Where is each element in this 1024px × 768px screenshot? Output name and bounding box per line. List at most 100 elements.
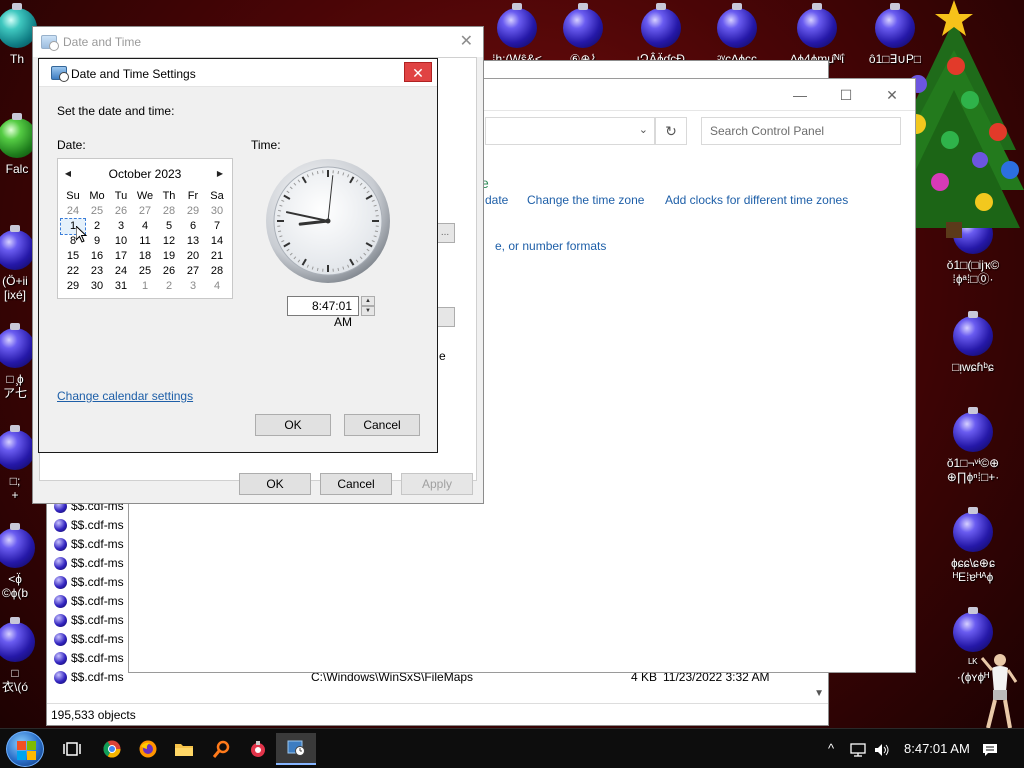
start-button[interactable] — [6, 731, 44, 767]
calendar-day[interactable]: 1 — [133, 279, 157, 294]
calendar-day[interactable]: 13 — [181, 234, 205, 249]
calendar-day[interactable]: 7 — [205, 219, 229, 234]
calendar-day[interactable]: 29 — [61, 279, 85, 294]
ornament-icon — [0, 617, 35, 662]
search-input[interactable]: Search Control Panel — [701, 117, 901, 145]
calendar-day[interactable]: 19 — [157, 249, 181, 264]
calendar-day[interactable]: 15 — [61, 249, 85, 264]
desktop-icon[interactable]: ∆ɸ4ɸmμ̂ᴺᶦΐ — [780, 3, 854, 66]
date-time-icon[interactable] — [276, 733, 316, 765]
search-tool-icon[interactable] — [202, 733, 242, 765]
calendar-day[interactable]: 22 — [61, 264, 85, 279]
address-bar[interactable]: ⌄ — [485, 117, 655, 145]
desktop-icon[interactable]: ɩՁÂɸ̈ɗɕĐ — [624, 3, 698, 66]
calendar-day[interactable]: 23 — [85, 264, 109, 279]
change-settings-button[interactable] — [435, 307, 455, 327]
calendar-day[interactable]: 11 — [133, 234, 157, 249]
calendar-day[interactable]: 31 — [109, 279, 133, 294]
ok-button[interactable]: OK — [239, 473, 311, 495]
desktop-icon[interactable]: □ᴉᴡɕɦᵇɕ — [936, 311, 1010, 374]
calendar-day[interactable]: 16 — [85, 249, 109, 264]
scroll-down-arrow-icon[interactable]: ▼ — [814, 688, 824, 699]
close-button[interactable]: ✕ — [404, 62, 432, 82]
calendar-day[interactable]: 17 — [109, 249, 133, 264]
calendar-day[interactable]: 4 — [133, 219, 157, 234]
dancer-decoration — [980, 654, 1018, 729]
notifications-icon[interactable] — [982, 729, 998, 768]
calendar-day[interactable]: 3 — [109, 219, 133, 234]
desktop-icon[interactable]: ⑥⊕⌇ — [546, 3, 620, 66]
desktop-icon[interactable]: □ 衣\(ó — [0, 617, 52, 694]
calendar-day[interactable]: 26 — [157, 264, 181, 279]
desktop-icon[interactable]: <ɸ̈ ©ɸ(b — [0, 523, 52, 600]
change-time-zone-link[interactable]: Change the time zone — [527, 193, 644, 207]
button-ellipsis: ... — [440, 227, 450, 238]
desktop-icon[interactable]: ǒ1□¬ᵛᶤ©⊕ ⊕∏ɸⁿ⁞□+· — [936, 407, 1010, 484]
desktop-icon[interactable]: ⁞ḥ;(Wŝ&̣< — [480, 3, 554, 66]
calendar-day[interactable]: 28 — [157, 204, 181, 219]
change-date-time-button[interactable]: ... — [435, 223, 455, 243]
calendar-day[interactable]: 30 — [85, 279, 109, 294]
settings-cancel-button[interactable]: Cancel — [344, 414, 420, 436]
calendar-day[interactable]: 27 — [181, 264, 205, 279]
date-label: Date: — [57, 138, 86, 152]
time-input[interactable]: 8:47:01 AM — [287, 296, 359, 329]
minimize-icon[interactable]: — — [777, 81, 823, 109]
calendar-day[interactable]: 2 — [157, 279, 181, 294]
calendar-day[interactable]: 30 — [205, 204, 229, 219]
region-formats-link[interactable]: e, or number formats — [495, 239, 606, 253]
clock-center — [325, 218, 331, 224]
calendar-day[interactable]: 2 — [85, 219, 109, 234]
calendar-day[interactable]: 20 — [181, 249, 205, 264]
file-icon — [54, 633, 67, 646]
chevron-down-icon[interactable]: ⌄ — [639, 123, 648, 136]
set-date-link[interactable]: date — [485, 193, 508, 207]
calendar-day[interactable]: 18 — [133, 249, 157, 264]
next-month-icon[interactable]: ▶ — [213, 167, 227, 181]
close-icon[interactable]: ✕ — [869, 81, 915, 109]
network-icon[interactable] — [850, 729, 866, 768]
cancel-button[interactable]: Cancel — [320, 473, 392, 495]
calendar-day[interactable]: 12 — [157, 234, 181, 249]
task-view-icon[interactable] — [52, 733, 92, 765]
desktop-icon[interactable]: ᵓᵛɕ∆ɸɕɕ — [700, 3, 774, 66]
spin-down-icon[interactable]: ▼ — [361, 306, 375, 316]
apply-button[interactable]: Apply — [401, 473, 473, 495]
change-calendar-settings-link[interactable]: Change calendar settings — [57, 389, 193, 403]
spin-up-icon[interactable]: ▲ — [361, 296, 375, 306]
calendar-day[interactable]: 29 — [181, 204, 205, 219]
calendar-day[interactable]: 26 — [109, 204, 133, 219]
calendar-day[interactable]: 9 — [85, 234, 109, 249]
calendar-day[interactable]: 24 — [109, 264, 133, 279]
refresh-icon[interactable]: ↻ — [655, 117, 687, 145]
chrome-icon[interactable] — [92, 733, 132, 765]
calendar-day[interactable]: 25 — [133, 264, 157, 279]
calendar-day[interactable]: 6 — [181, 219, 205, 234]
maximize-icon[interactable]: ☐ — [823, 81, 869, 109]
firefox-icon[interactable] — [128, 733, 168, 765]
app-icon[interactable] — [238, 733, 278, 765]
calendar-day[interactable]: 10 — [109, 234, 133, 249]
file-explorer-icon[interactable] — [164, 733, 204, 765]
taskbar-clock[interactable]: 8:47:01 AM — [904, 729, 970, 768]
calendar-day[interactable]: 24 — [61, 204, 85, 219]
calendar-day[interactable]: 28 — [205, 264, 229, 279]
time-spinner[interactable]: ▲ ▼ — [361, 296, 375, 316]
ornament-icon — [641, 3, 681, 48]
close-icon[interactable]: ✕ — [460, 31, 473, 51]
calendar-day[interactable]: 21 — [205, 249, 229, 264]
calendar-day[interactable]: 3 — [181, 279, 205, 294]
calendar-day[interactable]: 14 — [205, 234, 229, 249]
calendar-day[interactable]: 4 — [205, 279, 229, 294]
calendar-month[interactable]: October 2023 — [58, 167, 232, 181]
add-clocks-link[interactable]: Add clocks for different time zones — [665, 193, 848, 207]
calendar-day[interactable]: 25 — [85, 204, 109, 219]
calendar-day[interactable]: 5 — [157, 219, 181, 234]
status-bar: 195,533 objects — [47, 703, 828, 725]
volume-icon[interactable] — [874, 729, 890, 768]
file-icon — [54, 576, 67, 589]
show-hidden-icons-icon[interactable]: ^ — [828, 729, 834, 768]
calendar-day[interactable]: 27 — [133, 204, 157, 219]
settings-ok-button[interactable]: OK — [255, 414, 331, 436]
desktop-icon[interactable]: ɸɕɕ\ɕ⊕ɕ ᴴЕ⁞ɐᴴᴬɸ — [936, 507, 1010, 584]
